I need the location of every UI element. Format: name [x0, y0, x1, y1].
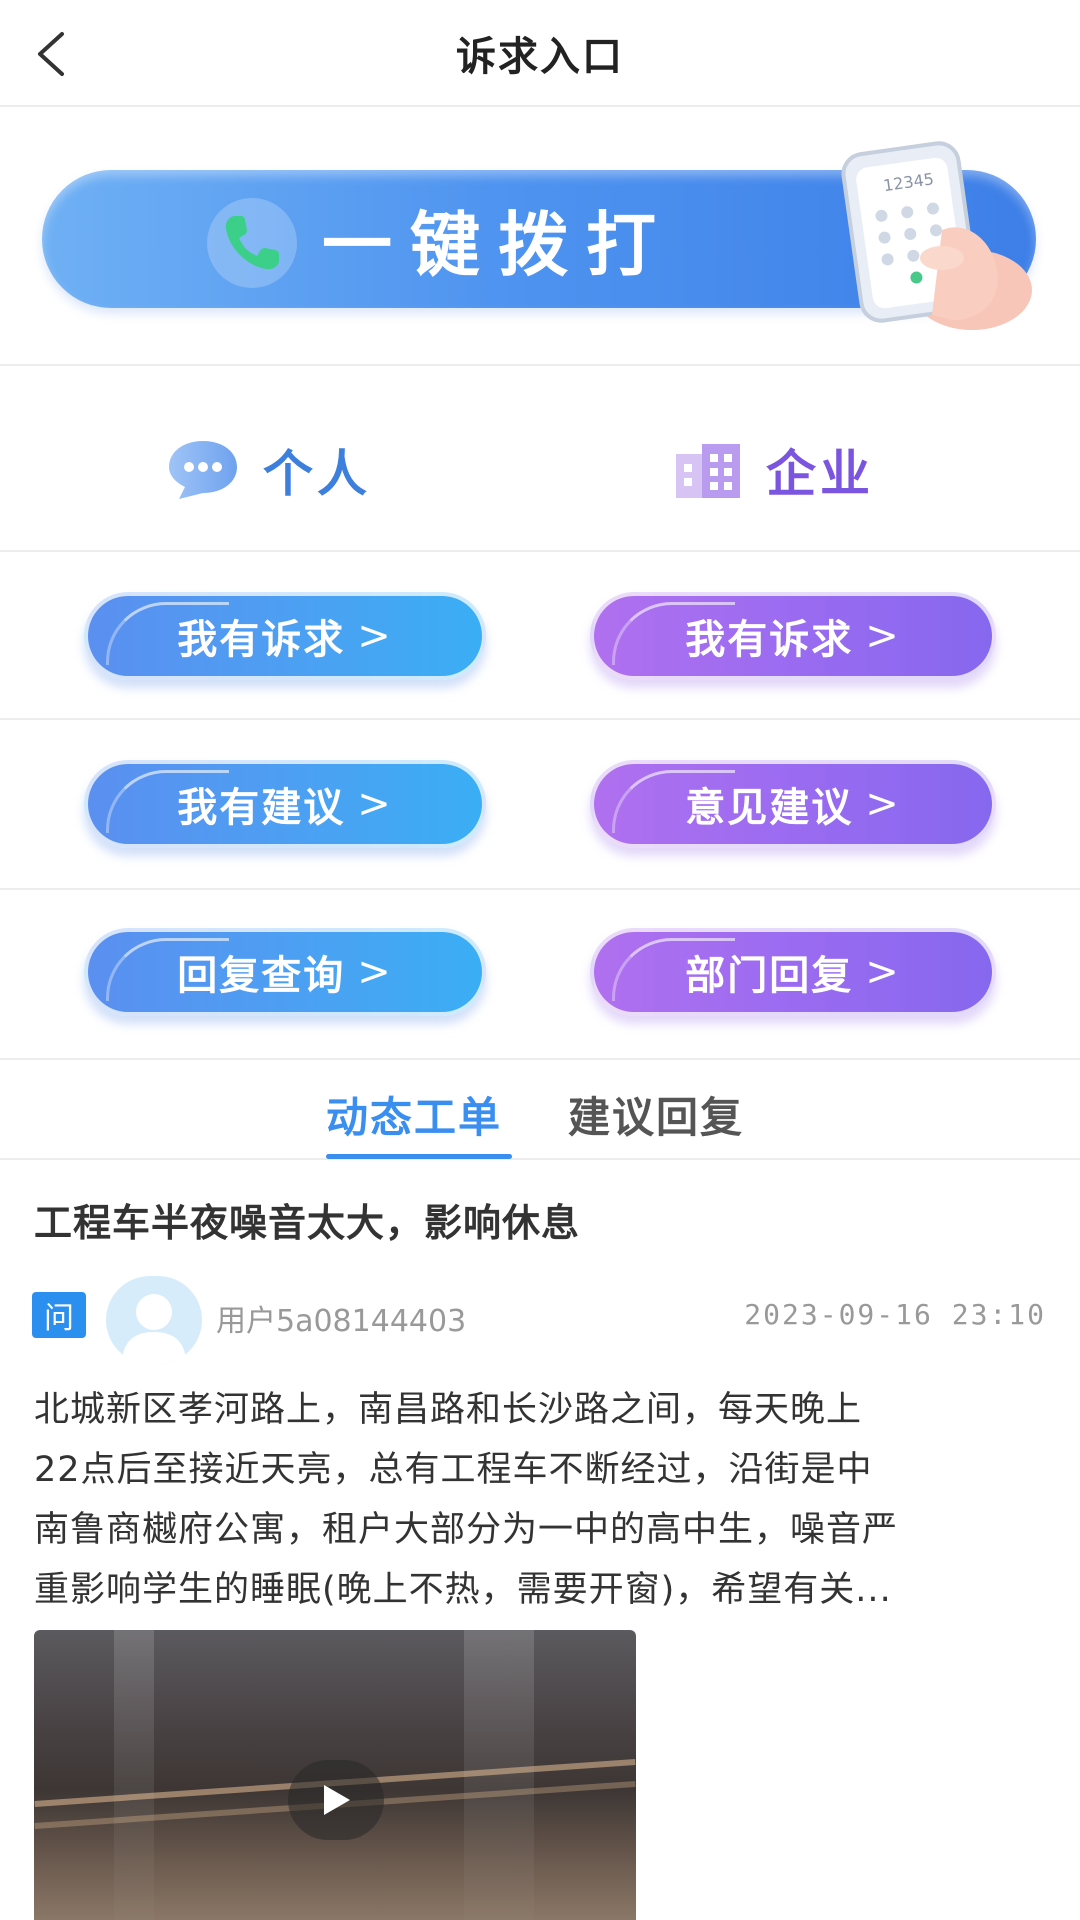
chevron-right-icon: > — [357, 949, 393, 995]
chevron-right-icon: > — [357, 613, 393, 659]
phone-icon — [207, 198, 297, 288]
post-meta: 问 用户5a08144403 2023-09-16 23:10 — [0, 1272, 1080, 1364]
reply-query-label: 回复查询 — [177, 953, 346, 999]
building-icon — [676, 444, 740, 498]
user-icon — [122, 1294, 186, 1364]
department-reply-label: 部门回复 — [685, 953, 854, 999]
chevron-right-icon: > — [865, 781, 901, 827]
video-light-streak — [114, 1630, 154, 1920]
category-personal-label: 个人 — [263, 445, 371, 503]
company-opinion-label: 意见建议 — [685, 785, 854, 831]
post-body-line: 22点后至接近天亮，总有工程车不断经过，沿街是中 — [34, 1450, 873, 1490]
page-title: 诉求入口 — [456, 34, 624, 80]
divider — [0, 364, 1080, 366]
post-body-line: 南鲁商樾府公寓，租户大部分为一中的高中生，噪音严 — [34, 1510, 899, 1550]
post-timestamp: 2023-09-16 23:10 — [744, 1298, 1046, 1331]
divider — [0, 550, 1080, 552]
personal-appeal-label: 我有诉求 — [177, 617, 346, 663]
divider — [0, 718, 1080, 720]
tab-dynamic-orders[interactable]: 动态工单 — [326, 1084, 502, 1145]
category-company: 企业 — [672, 430, 874, 510]
company-appeal-button[interactable]: 我有诉求 > — [590, 592, 996, 680]
company-opinion-button[interactable]: 意见建议 > — [590, 760, 996, 848]
play-button[interactable] — [288, 1760, 384, 1840]
username: 用户5a08144403 — [216, 1304, 467, 1339]
department-reply-button[interactable]: 部门回复 > — [590, 928, 996, 1016]
personal-appeal-button[interactable]: 我有诉求 > — [84, 592, 486, 680]
one-click-call-banner[interactable]: 一键拨打 12345 — [42, 140, 1042, 330]
personal-suggestion-button[interactable]: 我有建议 > — [84, 760, 486, 848]
top-bar: 诉求入口 — [0, 0, 1080, 107]
tab-suggestion-replies[interactable]: 建议回复 — [568, 1084, 744, 1145]
post-body-line: 重影响学生的睡眠(晚上不热，需要开窗)，希望有关... — [34, 1570, 892, 1610]
avatar[interactable] — [106, 1276, 202, 1364]
chat-bubble-icon — [169, 441, 237, 499]
company-appeal-label: 我有诉求 — [685, 617, 854, 663]
play-icon — [324, 1785, 350, 1815]
chevron-right-icon: > — [865, 613, 901, 659]
post-body[interactable]: 北城新区孝河路上，南昌路和长沙路之间，每天晚上 22点后至接近天亮，总有工程车不… — [34, 1380, 1046, 1620]
chevron-right-icon: > — [357, 781, 393, 827]
question-badge: 问 — [32, 1292, 86, 1338]
personal-suggestion-label: 我有建议 — [177, 785, 346, 831]
post-body-line: 北城新区孝河路上，南昌路和长沙路之间，每天晚上 — [34, 1390, 863, 1430]
active-tab-indicator — [326, 1154, 512, 1159]
reply-query-button[interactable]: 回复查询 > — [84, 928, 486, 1016]
chevron-right-icon: > — [865, 949, 901, 995]
video-thumbnail[interactable] — [34, 1630, 636, 1920]
call-banner-label: 一键拨打 — [322, 204, 674, 286]
category-company-label: 企业 — [766, 445, 874, 503]
divider — [0, 888, 1080, 890]
phone-in-hand-illustration: 12345 — [792, 140, 1042, 330]
category-personal: 个人 — [165, 430, 371, 510]
content-tabs: 动态工单 建议回复 — [0, 1060, 1080, 1160]
post-title[interactable]: 工程车半夜噪音太大，影响休息 — [34, 1192, 580, 1247]
